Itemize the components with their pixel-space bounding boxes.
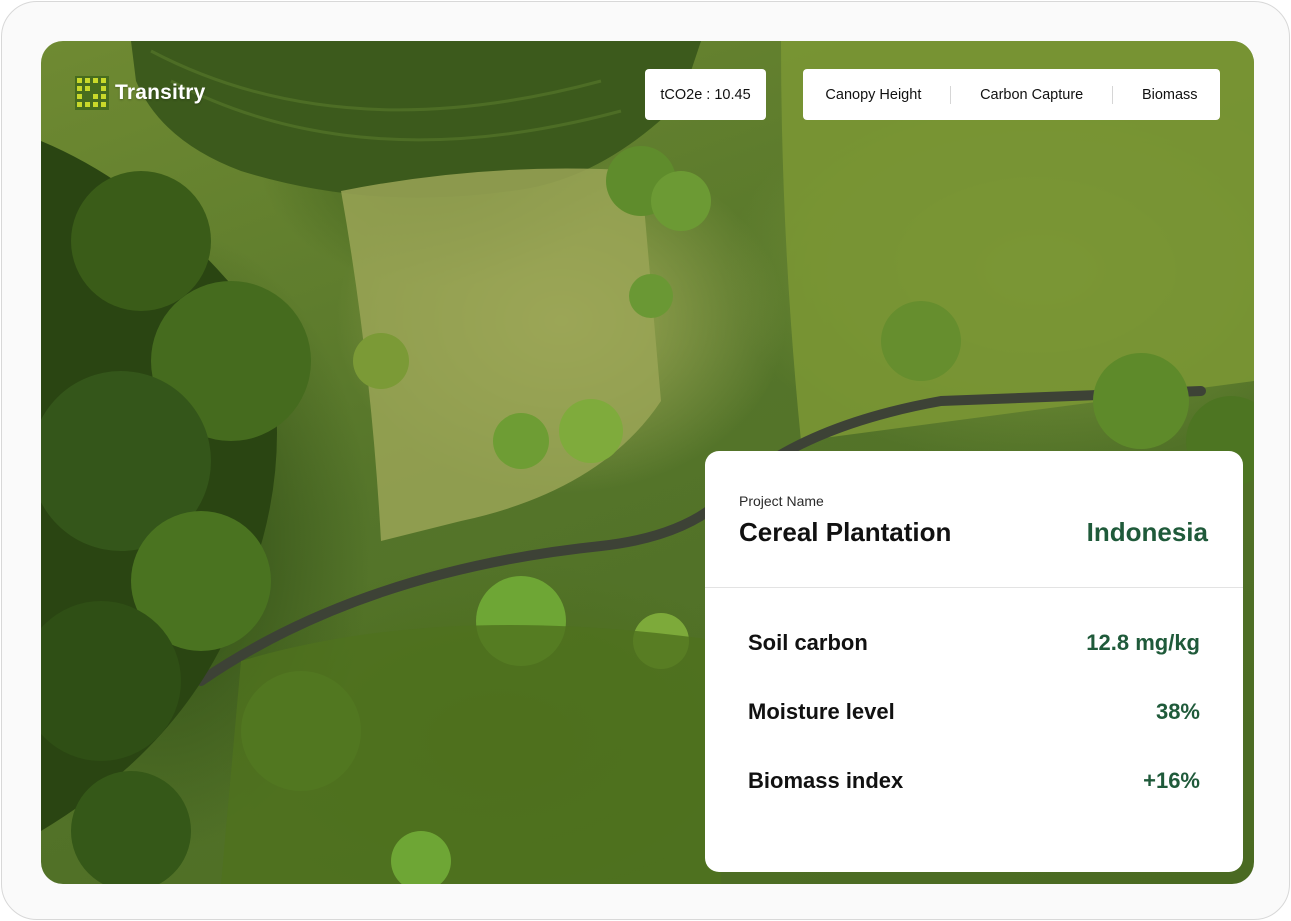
stat-row-soil-carbon: Soil carbon 12.8 mg/kg	[748, 608, 1200, 677]
stat-label: Moisture level	[748, 698, 895, 724]
project-info-card: Project Name Cereal Plantation Indonesia…	[705, 451, 1243, 872]
project-stats: Soil carbon 12.8 mg/kg Moisture level 38…	[705, 588, 1243, 815]
stat-value: 38%	[1155, 698, 1200, 724]
project-name: Cereal Plantation	[739, 517, 952, 547]
tco2e-metric-chip: tCO2e : 10.45	[645, 69, 766, 120]
stat-row-biomass-index: Biomass index +16%	[748, 746, 1200, 815]
project-country: Indonesia	[1086, 517, 1208, 547]
project-title-row: Cereal Plantation Indonesia	[739, 517, 1208, 548]
brand-name: Transitry	[115, 81, 206, 104]
stat-label: Soil carbon	[748, 629, 868, 655]
project-header: Project Name Cereal Plantation Indonesia	[705, 451, 1243, 588]
tab-divider	[1112, 85, 1114, 104]
project-name-label: Project Name	[739, 493, 824, 509]
grid-logo-icon	[75, 76, 109, 110]
brand-logo[interactable]: Transitry	[75, 76, 206, 110]
tab-biomass[interactable]: Biomass	[1138, 81, 1202, 109]
stat-value: 12.8 mg/kg	[1086, 629, 1200, 655]
tco2e-value: tCO2e : 10.45	[660, 86, 751, 103]
device-frame: Transitry tCO2e : 10.45 Canopy Height Ca…	[1, 1, 1290, 920]
stat-row-moisture-level: Moisture level 38%	[748, 677, 1200, 746]
aerial-map-view[interactable]: Transitry tCO2e : 10.45 Canopy Height Ca…	[41, 41, 1254, 884]
tab-carbon-capture[interactable]: Carbon Capture	[976, 81, 1087, 109]
stat-label: Biomass index	[748, 767, 904, 793]
tab-canopy-height[interactable]: Canopy Height	[821, 81, 925, 109]
tab-divider	[950, 85, 952, 104]
stat-value: +16%	[1143, 767, 1200, 793]
layer-tabs: Canopy Height Carbon Capture Biomass	[803, 69, 1220, 120]
